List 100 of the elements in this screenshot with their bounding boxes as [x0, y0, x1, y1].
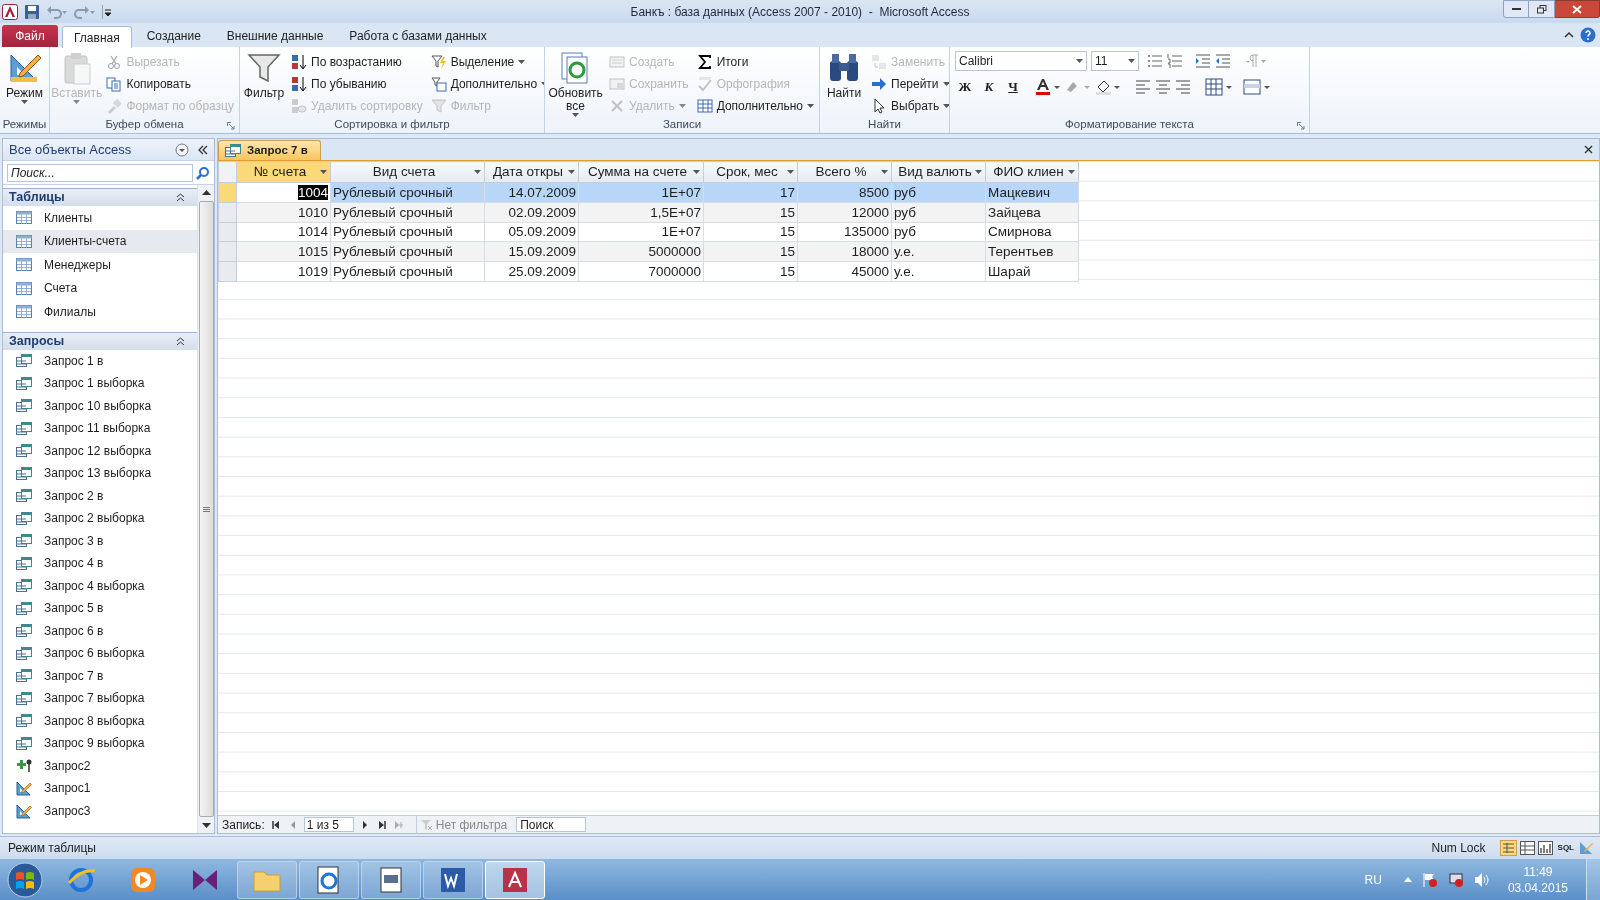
close-icon[interactable]	[1584, 145, 1593, 154]
search-icon[interactable]	[196, 165, 210, 180]
ribbon-button[interactable]: Копировать	[104, 73, 236, 94]
text-style-button[interactable]: Ж	[955, 77, 975, 97]
ribbon-button[interactable]: Найти	[823, 51, 865, 100]
align-center-icon[interactable]	[1155, 79, 1171, 95]
navigation-item[interactable]: Клиенты-счета	[3, 229, 197, 253]
minimize-button[interactable]	[1503, 0, 1529, 18]
dialog-launcher-icon[interactable]	[227, 122, 235, 130]
flag-error-icon[interactable]	[1421, 871, 1438, 888]
navigation-item[interactable]: Запрос 1 выборка	[3, 372, 197, 395]
ribbon-button[interactable]: Фильтр	[243, 51, 285, 100]
navigation-item[interactable]: Запрос 1 в	[3, 349, 197, 372]
pivot-chart-view-icon[interactable]	[1537, 840, 1553, 855]
column-header[interactable]: Всего %	[797, 161, 892, 183]
navigation-item[interactable]: Запрос3	[3, 799, 197, 822]
column-header[interactable]: Сумма на счете	[578, 161, 704, 183]
navigation-item[interactable]: Запрос 2 выборка	[3, 507, 197, 530]
navigation-item[interactable]: Запрос 9 выборка	[3, 732, 197, 755]
group-header[interactable]: Запросы	[3, 331, 197, 350]
column-header[interactable]: № счета	[236, 161, 331, 183]
datasheet-view-icon[interactable]	[1499, 839, 1517, 856]
column-header[interactable]: Дата откры	[484, 161, 579, 183]
font-size-dropdown[interactable]: 11	[1091, 51, 1139, 71]
navigation-item[interactable]: Счета	[3, 276, 197, 300]
navigation-item[interactable]: Филиалы	[3, 300, 197, 324]
dropdown-circle-icon[interactable]	[175, 142, 189, 157]
ribbon-button[interactable]: Выбрать	[869, 95, 949, 116]
text-style-button[interactable]: Ч	[1003, 77, 1023, 97]
bulleted-list-icon[interactable]	[1147, 53, 1163, 69]
ribbon-button[interactable]: Дополнительно	[694, 95, 816, 116]
document-tab[interactable]: Запрос 7 в	[218, 140, 321, 160]
navigation-item[interactable]: Запрос 6 в	[3, 619, 197, 642]
search-field[interactable]: Поиск	[516, 817, 587, 832]
ribbon-tab[interactable]: Работа с базами данных	[338, 25, 498, 47]
fill-color-icon[interactable]	[1095, 78, 1121, 96]
ribbon-button[interactable]: Дополнительно	[428, 73, 544, 94]
navigation-item[interactable]: Запрос 6 выборка	[3, 642, 197, 665]
increase-indent-icon[interactable]	[1195, 53, 1211, 69]
ribbon-tab[interactable]: Файл	[2, 25, 58, 47]
gridlines-icon[interactable]	[1205, 78, 1233, 96]
help-icon[interactable]	[1580, 27, 1596, 43]
ribbon-button[interactable]: Обновить все	[548, 51, 603, 117]
navigation-item[interactable]: Запрос 10 выборка	[3, 394, 197, 417]
record-position-field[interactable]: 1 из 5	[303, 817, 354, 832]
taskbar-button[interactable]	[423, 860, 483, 899]
close-button[interactable]	[1555, 0, 1600, 18]
collapse-ribbon-icon[interactable]	[1564, 31, 1574, 39]
numbered-list-icon[interactable]	[1167, 53, 1183, 69]
text-style-button[interactable]: К	[979, 77, 999, 97]
paragraph-direction-icon[interactable]	[1245, 53, 1267, 69]
navigation-item[interactable]: Запрос 3 в	[3, 529, 197, 552]
design-view-icon[interactable]	[1579, 840, 1594, 855]
decrease-indent-icon[interactable]	[1215, 53, 1231, 69]
last-record-icon[interactable]	[377, 820, 386, 829]
search-field[interactable]: Поиск...	[7, 163, 193, 182]
navigation-item[interactable]: Запрос 13 выборка	[3, 462, 197, 485]
restore-button[interactable]	[1529, 0, 1555, 18]
navigation-item[interactable]: Запрос 7 в	[3, 664, 197, 687]
navigation-item[interactable]: Запрос 2 в	[3, 484, 197, 507]
first-record-icon[interactable]	[271, 820, 280, 829]
navigation-item[interactable]: Запрос1	[3, 777, 197, 800]
font-color-icon[interactable]	[1035, 78, 1061, 96]
customize-toolbar-icon[interactable]	[102, 4, 112, 19]
align-right-icon[interactable]	[1175, 79, 1191, 95]
navigation-item[interactable]: Запрос2	[3, 754, 197, 777]
column-header[interactable]: Вид счета	[330, 161, 485, 183]
show-hidden-icons-icon[interactable]	[1403, 877, 1412, 882]
next-record-icon[interactable]	[360, 820, 369, 829]
taskbar-button[interactable]	[361, 860, 421, 899]
sql-view-button[interactable]: SQL	[1555, 841, 1576, 854]
network-error-icon[interactable]	[1447, 871, 1464, 888]
column-header[interactable]: Вид валють	[891, 161, 986, 183]
pivot-table-view-icon[interactable]	[1519, 840, 1535, 855]
navigation-item[interactable]: Запрос 5 в	[3, 597, 197, 620]
ribbon-button[interactable]: Режим	[3, 51, 46, 104]
ribbon-tab[interactable]: Внешние данные	[215, 25, 335, 47]
navigation-item[interactable]: Клиенты	[3, 206, 197, 230]
ribbon-tab[interactable]: Создание	[135, 25, 212, 47]
navigation-item[interactable]: Запрос 8 выборка	[3, 709, 197, 732]
column-header[interactable]: Срок, мес	[703, 161, 798, 183]
navigation-item[interactable]: Запрос 4 выборка	[3, 574, 197, 597]
ribbon-button[interactable]: По возрастанию	[289, 51, 425, 72]
navigation-item[interactable]: Запрос 11 выборка	[3, 417, 197, 440]
collapse-pane-icon[interactable]	[197, 144, 209, 155]
ribbon-button[interactable]: По убыванию	[289, 73, 425, 94]
column-header[interactable]: ФИО клиен	[985, 161, 1079, 183]
navigation-item[interactable]: Запрос 4 в	[3, 552, 197, 575]
speaker-icon[interactable]	[1473, 871, 1490, 888]
taskbar-button[interactable]	[299, 860, 359, 899]
font-name-dropdown[interactable]: Calibri	[955, 51, 1087, 71]
navigation-item[interactable]: Запрос 12 выборка	[3, 439, 197, 462]
alternate-row-color-icon[interactable]	[1243, 78, 1271, 96]
group-header[interactable]: Таблицы	[3, 188, 197, 206]
dialog-launcher-icon[interactable]	[1297, 122, 1305, 130]
ribbon-tab[interactable]: Главная	[62, 26, 132, 48]
ribbon-button[interactable]: Выделение	[428, 51, 544, 72]
save-icon[interactable]	[24, 3, 40, 20]
ribbon-button[interactable]: Итоги	[694, 51, 816, 72]
align-left-icon[interactable]	[1135, 79, 1151, 95]
